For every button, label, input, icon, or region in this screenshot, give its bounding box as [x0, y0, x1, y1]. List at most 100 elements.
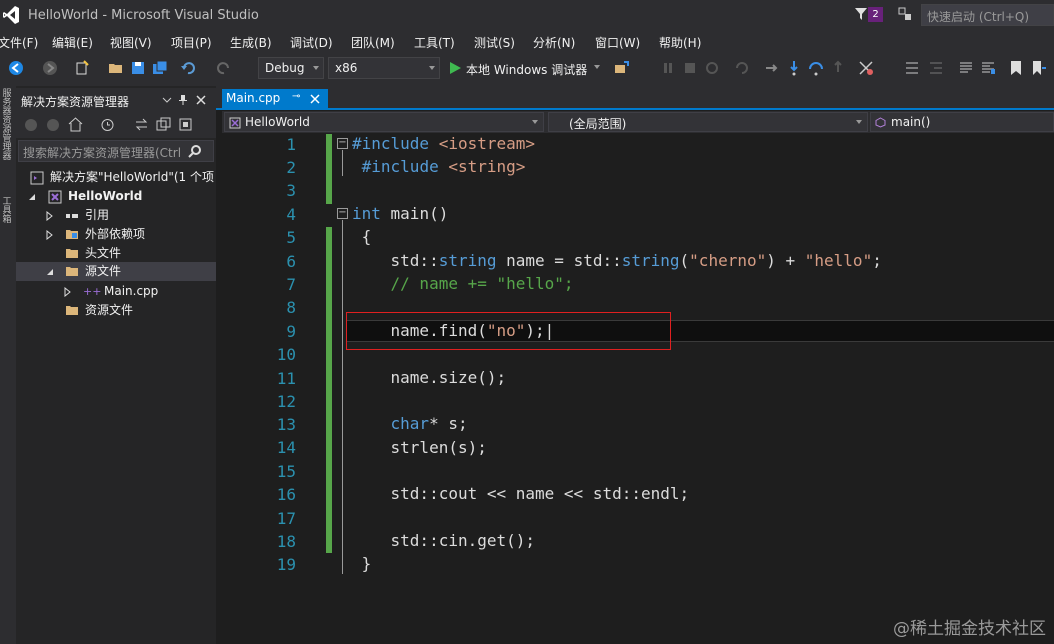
solution-explorer-title: 解决方案资源管理器 — [21, 95, 130, 109]
code-line[interactable]: char* s; — [352, 414, 468, 433]
hex-display-icon[interactable] — [858, 60, 874, 76]
code-line[interactable]: name.size(); — [352, 368, 507, 387]
menu-analyze[interactable]: 分析(N) — [533, 34, 575, 51]
restart-icon[interactable] — [704, 60, 720, 76]
menu-view[interactable]: 视图(V) — [110, 34, 152, 51]
menu-build[interactable]: 生成(B) — [230, 34, 272, 51]
source-files-label: 源文件 — [85, 264, 122, 278]
bookmark-icon[interactable] — [1008, 60, 1024, 76]
bookmark-list-icon[interactable] — [904, 60, 920, 76]
account-icon[interactable] — [897, 6, 913, 22]
code-line[interactable]: // name += "hello"; — [352, 274, 574, 293]
redo-icon[interactable] — [216, 60, 232, 76]
attach-icon[interactable] — [614, 60, 630, 76]
new-project-icon[interactable] — [74, 60, 90, 76]
sync-icon[interactable] — [134, 117, 149, 132]
menu-test[interactable]: 测试(S) — [474, 34, 515, 51]
outdent-icon[interactable] — [928, 60, 944, 76]
pin-icon[interactable]: ⊸ — [292, 91, 300, 102]
stop-icon[interactable] — [682, 60, 698, 76]
step-over-icon[interactable] — [808, 60, 824, 76]
open-file-icon[interactable] — [108, 60, 124, 76]
expanded-arrow-icon[interactable] — [28, 193, 36, 201]
close-icon[interactable] — [310, 94, 320, 104]
folder-icon — [66, 306, 78, 315]
uncomment-icon[interactable] — [980, 60, 996, 76]
visual-studio-logo-icon — [3, 6, 19, 24]
configuration-dropdown[interactable]: Debug — [258, 57, 324, 79]
global-scope-dropdown[interactable]: (全局范围) — [548, 112, 868, 132]
header-files-label: 头文件 — [85, 246, 122, 260]
quick-launch-input[interactable]: 快速启动 (Ctrl+Q) — [921, 4, 1054, 26]
menu-help[interactable]: 帮助(H) — [659, 34, 701, 51]
save-all-icon[interactable] — [152, 60, 168, 76]
menu-team[interactable]: 团队(M) — [351, 34, 395, 51]
menu-debug[interactable]: 调试(D) — [290, 34, 333, 51]
member-dropdown[interactable]: main() — [870, 112, 1054, 132]
notification-badge[interactable]: 2 — [868, 7, 883, 22]
line-number: 12 — [276, 392, 296, 411]
comment-out-icon[interactable] — [958, 60, 974, 76]
code-line[interactable]: int main() — [352, 204, 448, 223]
code-line[interactable]: std::cout << name << std::endl; — [352, 484, 690, 503]
platform-dropdown[interactable]: x86 — [328, 57, 440, 79]
filter-icon[interactable] — [854, 7, 868, 21]
next-bookmark-icon[interactable] — [1030, 60, 1046, 76]
menu-project[interactable]: 项目(P) — [171, 34, 212, 51]
step-out-icon[interactable] — [830, 60, 846, 76]
chevron-down-icon — [429, 66, 435, 70]
step-into-icon[interactable] — [786, 60, 802, 76]
pin-icon[interactable] — [178, 94, 188, 106]
line-number: 16 — [276, 485, 296, 504]
resource-files-label: 资源文件 — [85, 303, 134, 317]
search-icon[interactable] — [188, 144, 202, 158]
collapsed-arrow-icon[interactable] — [64, 287, 71, 297]
collapse-all-icon[interactable] — [156, 117, 171, 132]
toolbox-tab[interactable]: 工具箱 — [1, 198, 13, 225]
step-arrow-icon[interactable] — [764, 60, 780, 76]
menu-file[interactable]: 文件(F) — [0, 34, 38, 51]
code-line[interactable]: #include <iostream> — [352, 134, 535, 153]
code-line[interactable]: strlen(s); — [352, 438, 487, 457]
server-explorer-tab[interactable]: 服务器资源管理器 — [1, 90, 13, 162]
dropdown-arrow-icon[interactable] — [162, 96, 172, 104]
project-label: HelloWorld — [68, 189, 143, 203]
pause-icon[interactable] — [660, 60, 676, 76]
line-number: 18 — [276, 532, 296, 551]
platform-value: x86 — [335, 61, 358, 75]
collapse-region-icon[interactable]: − — [337, 208, 348, 219]
start-debugging-button[interactable]: 本地 Windows 调试器 — [448, 59, 600, 77]
close-icon[interactable] — [196, 95, 206, 105]
line-number: 19 — [276, 555, 296, 574]
home-icon[interactable] — [68, 117, 83, 132]
back-icon[interactable] — [24, 118, 38, 132]
show-all-files-icon[interactable] — [178, 117, 193, 132]
collapsed-arrow-icon[interactable] — [46, 230, 53, 240]
menu-window[interactable]: 窗口(W) — [595, 34, 640, 51]
outline-line — [342, 150, 343, 176]
save-icon[interactable] — [130, 60, 146, 76]
show-next-statement-icon[interactable] — [734, 60, 750, 76]
history-icon[interactable] — [100, 117, 115, 132]
collapsed-arrow-icon[interactable] — [46, 211, 53, 221]
code-line[interactable]: { — [352, 227, 372, 246]
undo-icon[interactable] — [180, 60, 196, 76]
references-label: 引用 — [85, 208, 110, 222]
menu-tools[interactable]: 工具(T) — [414, 34, 455, 51]
expanded-arrow-icon[interactable] — [46, 268, 54, 276]
forward-icon[interactable] — [42, 60, 58, 76]
menu-edit[interactable]: 编辑(E) — [52, 34, 93, 51]
code-line[interactable]: std::cin.get(); — [352, 531, 536, 550]
back-icon[interactable] — [8, 60, 24, 76]
solution-icon — [30, 171, 44, 185]
code-line[interactable]: } — [352, 554, 372, 573]
forward-icon[interactable] — [46, 118, 60, 132]
collapse-region-icon[interactable]: − — [337, 138, 348, 149]
change-indicator — [326, 134, 332, 204]
code-line[interactable]: #include <string> — [352, 157, 526, 176]
solution-search-input[interactable]: 搜索解决方案资源管理器(Ctrl — [18, 140, 214, 162]
project-scope-dropdown[interactable]: HelloWorld — [224, 112, 544, 132]
left-tool-strip: 服务器资源管理器 工具箱 — [0, 86, 16, 644]
tab-main-cpp[interactable]: Main.cpp ⊸ — [222, 89, 328, 110]
code-line[interactable]: std::string name = std::string("cherno")… — [352, 251, 882, 270]
